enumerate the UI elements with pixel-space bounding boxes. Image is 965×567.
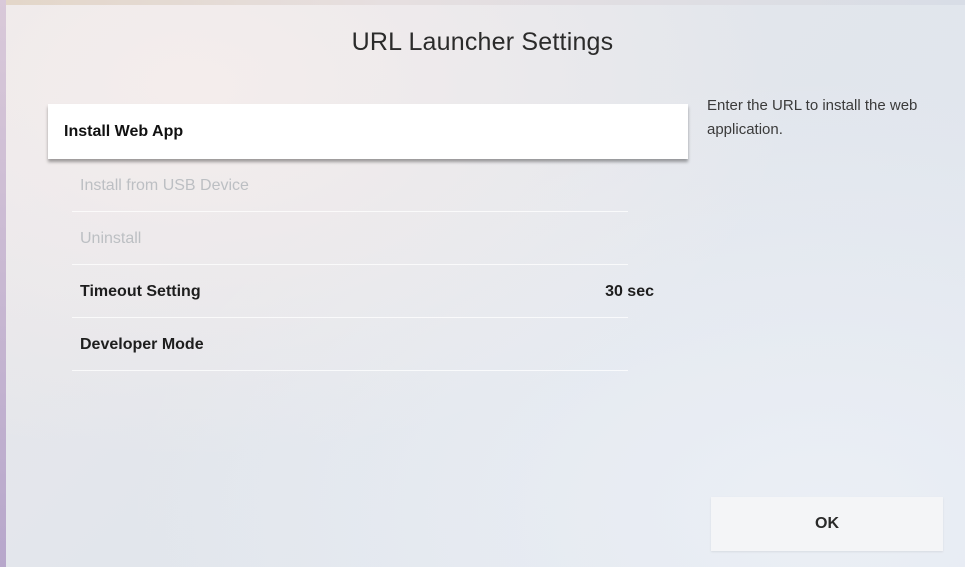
settings-dialog: URL Launcher Settings Install Web App In… [0, 0, 965, 567]
menu-item-label: Install Web App [64, 122, 184, 140]
menu-item-install-from-usb[interactable]: Install from USB Device [48, 159, 688, 212]
top-edge [0, 0, 965, 5]
timeout-value: 30 sec [605, 282, 654, 300]
menu-item-timeout-setting[interactable]: Timeout Setting 30 sec [48, 265, 688, 318]
menu-item-developer-mode[interactable]: Developer Mode [48, 318, 688, 371]
settings-menu: Install Web App Install from USB Device … [48, 104, 688, 371]
menu-divider [72, 370, 628, 371]
menu-item-label: Install from USB Device [80, 176, 249, 194]
menu-item-label: Developer Mode [80, 335, 204, 353]
menu-item-label: Timeout Setting [80, 282, 201, 300]
ok-button[interactable]: OK [711, 497, 943, 551]
dialog-title: URL Launcher Settings [351, 28, 614, 56]
menu-item-install-web-app[interactable]: Install Web App [48, 104, 688, 159]
left-edge [0, 0, 6, 567]
menu-item-uninstall[interactable]: Uninstall [48, 212, 688, 265]
menu-item-label: Uninstall [80, 229, 142, 247]
help-text: Enter the URL to install the web applica… [707, 97, 918, 138]
